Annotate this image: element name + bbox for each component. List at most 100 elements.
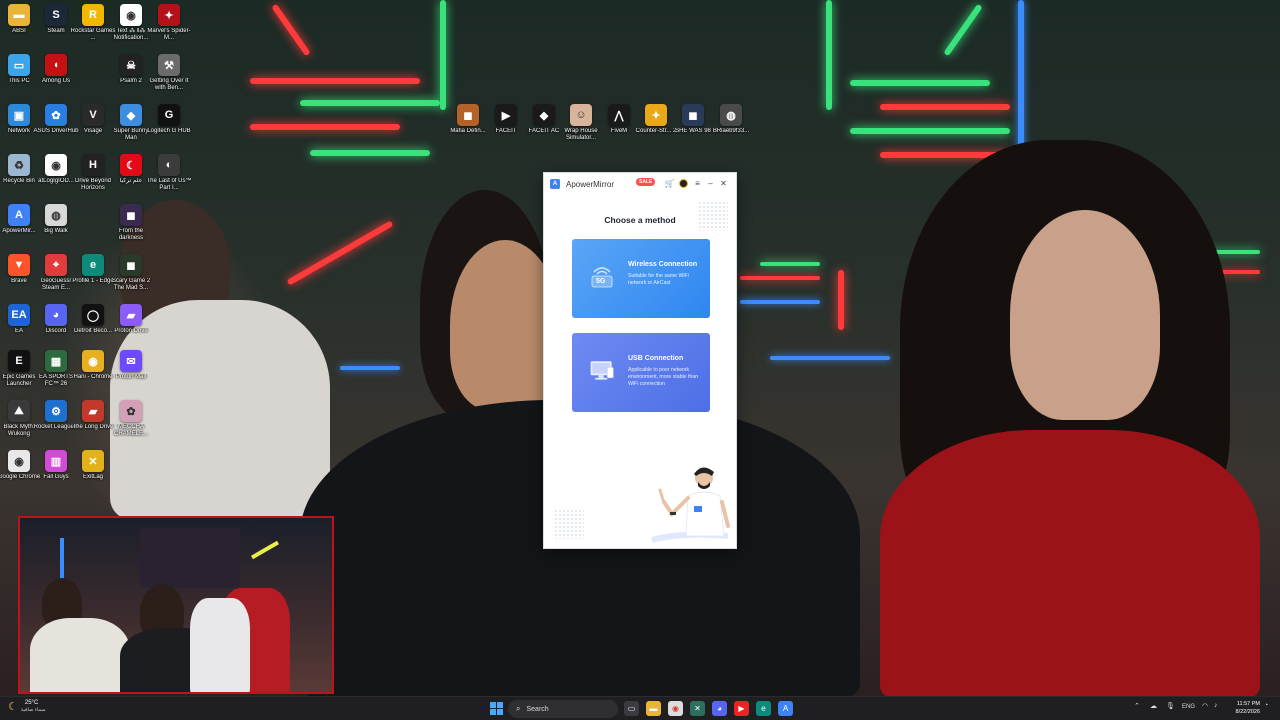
desktop-icon-label: From the darkness [118,228,144,241]
cart-icon[interactable]: 🛒 [664,178,675,189]
usb-monitor-icon [588,359,616,381]
desktop-icon-label: Big Walk [44,228,68,234]
xbox-app-icon[interactable]: ✕ [690,701,705,716]
desktop-icon[interactable]: ✿ MECCHA CHAMELE... [107,400,155,450]
apowermirror-logo-icon: A [550,179,560,189]
desktop-app-icon: ◍ [45,204,67,226]
desktop-icon[interactable]: ⚒ Getting Over It with Ben... [145,54,193,104]
notification-bell-icon[interactable]: ◔ [1264,702,1268,709]
desktop-app-icon: ◆ [533,104,555,126]
search-placeholder: Search [526,705,549,713]
decorative-dots [698,201,728,231]
desktop-app-icon: e [82,254,104,276]
moon-weather-icon: ☾ [8,701,18,713]
account-avatar-icon[interactable] [678,178,689,189]
desktop-icon[interactable]: ◐ The Last of Us™ Part I... [145,154,193,204]
cloud-icon[interactable]: ☁ [1150,702,1157,710]
edge-icon[interactable]: e [756,701,771,716]
apowermirror-taskbar-icon[interactable]: A [778,701,793,716]
desktop-app-icon: ✦ [645,104,667,126]
desktop-app-icon: ◼ [682,104,704,126]
desktop-app-icon: ⛰ [8,400,30,422]
menu-icon[interactable]: ≡ [692,178,703,189]
desktop-app-icon: ▼ [8,254,30,276]
microphone-icon[interactable]: 🎙 [1166,702,1175,710]
desktop-app-icon: ✉ [120,350,142,372]
desktop-app-icon: A [8,204,30,226]
desktop-app-icon: ◕ [45,304,67,326]
wifi-icon[interactable]: ◠ [1202,702,1208,710]
desktop-app-icon: ▭ [8,54,30,76]
desktop-app-icon: ♻ [8,154,30,176]
desktop-app-icon: H [82,154,104,176]
wireless-connection-description: Suitable for the same WiFi network or Ai… [628,273,689,286]
desktop-icon[interactable]: G Logitech G HUB [145,104,193,154]
volume-icon[interactable]: ♪ [1214,702,1218,709]
decorative-dots [554,509,584,539]
desktop-app-icon: ▰ [120,304,142,326]
desktop-app-icon: ◼ [457,104,479,126]
desktop-app-icon: G [158,104,180,126]
desktop-app-icon: ⚒ [158,54,180,76]
usb-connection-option[interactable]: USB Connection Applicable to poor networ… [572,333,710,412]
desktop-app-icon: ◐ [158,154,180,176]
weather-widget[interactable]: ☾ 25°C سماء صافية [8,700,46,713]
desktop-app-icon: EA [8,304,30,326]
youtube-icon[interactable]: ▶ [734,701,749,716]
desktop-icon[interactable]: ◖ Among Us [32,54,80,104]
desktop-icon[interactable]: ✉ Proton Mail [107,350,155,400]
task-view-icon[interactable]: ▭ [624,701,639,716]
language-indicator[interactable]: ENG [1182,704,1195,710]
desktop-icon-label: Among Us [41,78,70,84]
desktop-icon-label: Marvel's Spider-M... [147,28,191,41]
desktop-icon[interactable]: ✦ Marvel's Spider-M... [145,4,193,54]
desktop-app-icon: ✕ [82,450,104,472]
desktop-app-icon: V [82,104,104,126]
usb-connection-description: Applicable to poor network environment, … [628,367,699,387]
desktop-app-icon: ◼ [120,254,142,276]
chrome-icon[interactable]: ◉ [668,701,683,716]
show-hidden-icons-chevron-icon[interactable]: ⌃ [1134,702,1140,710]
start-button[interactable] [490,702,503,715]
desktop-icon[interactable]: ◍ Big Walk [32,204,80,254]
desktop-app-icon: ▦ [45,350,67,372]
minimize-icon[interactable]: – [705,178,716,189]
desktop-icon[interactable]: ◍ BRlaeb9f33... [707,104,755,154]
windows-taskbar: ☾ 25°C سماء صافية ⌕ Search ▭ ▬ ◉ ✕ ◕ ▶ e… [0,696,1280,720]
desktop-app-icon: ✦ [158,4,180,26]
apowermirror-window: A ApowerMirror SALE 🛒 ≡ – ✕ Choose a met… [543,172,737,549]
clock-date: 8/22/2026 [1235,709,1260,715]
desktop-app-icon: ☠ [120,54,142,76]
weather-temperature: 25°C [24,700,39,706]
desktop-app-icon: ◆ [120,104,142,126]
desktop-icon-label: Getting Over It with Ben... [149,78,189,91]
discord-icon[interactable]: ◕ [712,701,727,716]
desktop-icon-label: ExitLag [82,474,103,480]
close-icon[interactable]: ✕ [718,178,729,189]
desktop-icon[interactable]: ◼ Scary Game 2 The Mad S... [107,254,155,304]
desktop-icon-label: Scary Game 2 The Mad S... [111,278,151,291]
desktop-app-icon: ☾ [120,154,142,176]
assistant-illustration [642,462,732,546]
desktop-icon[interactable]: ▰ Proton Drive [107,304,155,354]
clock-time: 11:57 PM [1236,701,1260,707]
desktop-icon-label: MECCHA CHAMELE... [113,424,148,437]
desktop-app-icon: ◍ [720,104,742,126]
desktop-app-icon: ▣ [8,104,30,126]
wireless-connection-title: Wireless Connection [628,261,698,268]
taskbar-search-box[interactable]: ⌕ Search [508,700,618,718]
weather-condition: سماء صافية [20,707,46,713]
desktop-icon[interactable]: ✕ ExitLag [69,450,117,500]
desktop-icon[interactable]: ◼ From the darkness [107,204,155,254]
desktop-app-icon: E [8,350,30,372]
desktop-app-icon: ✿ [45,104,67,126]
taskbar-clock[interactable]: 11:57 PM 8/22/2026 [1228,700,1260,716]
sale-badge[interactable]: SALE [636,178,656,186]
app-title: ApowerMirror [566,179,615,189]
file-explorer-icon[interactable]: ▬ [646,701,661,716]
desktop-icon-label: Logitech G HUB [147,128,191,134]
wireless-connection-option[interactable]: 5G Wireless Connection Suitable for the … [572,239,710,318]
wifi-5g-icon: 5G [588,265,616,288]
desktop-app-icon: ◉ [45,154,67,176]
desktop-app-icon: ▥ [45,450,67,472]
